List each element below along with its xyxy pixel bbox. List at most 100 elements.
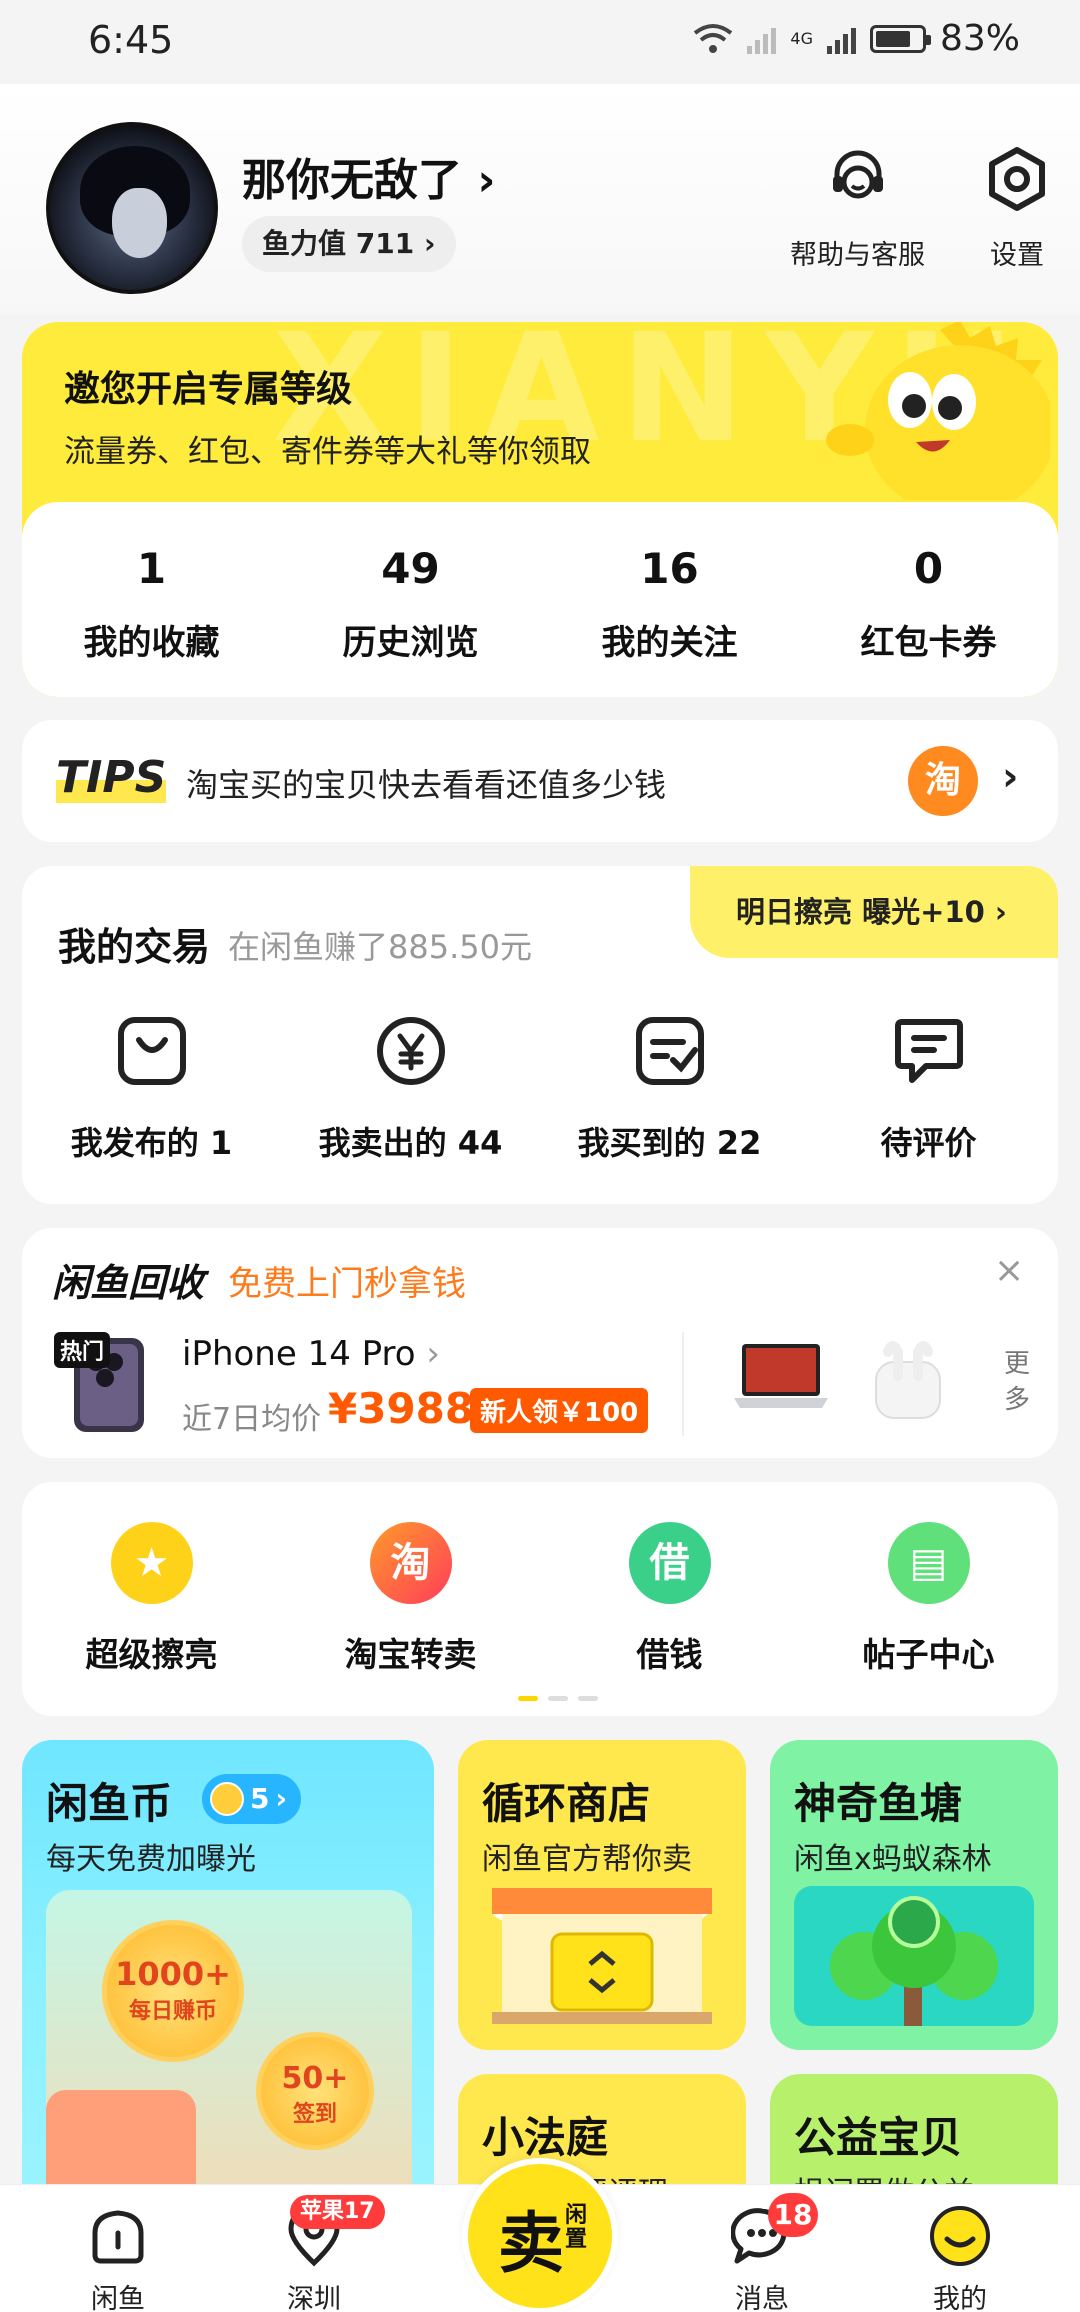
- username-text: 那你无敌了: [242, 155, 462, 206]
- recycle-slogan: 免费上门秒拿钱: [228, 1264, 466, 1304]
- polish-promo-button[interactable]: 明日擦亮 曝光+10 ›: [690, 866, 1058, 958]
- post-icon: ▤: [887, 1522, 970, 1604]
- tips-banner[interactable]: TIPS 淘宝买的宝贝快去看看还值多少钱 淘 ›: [22, 720, 1058, 842]
- coin2-bottom: 签到: [292, 2102, 337, 2127]
- stat-label: 我的关注: [601, 623, 738, 663]
- stat-value: 16: [640, 544, 699, 593]
- super-polish-button[interactable]: ★ 超级擦亮: [22, 1522, 281, 1676]
- sell-button[interactable]: 卖 闲置: [462, 2158, 618, 2312]
- fish-coin-title: 闲鱼币: [46, 1779, 173, 1828]
- tips-logo-text: TIPS: [56, 752, 167, 803]
- stat-label: 我的收藏: [83, 623, 220, 663]
- charity-title: 公益宝贝: [794, 2113, 963, 2162]
- messages-badge: 18: [768, 2193, 818, 2237]
- taobao-resell-button[interactable]: 淘淘宝转卖: [281, 1522, 540, 1676]
- stat-coupons[interactable]: 0 红包卡券: [799, 502, 1058, 697]
- nav-home-label: 闲鱼: [91, 2284, 145, 2312]
- pond-title: 神奇鱼塘: [794, 1779, 963, 1828]
- stat-favorites[interactable]: 1 我的收藏: [22, 502, 281, 697]
- shortcut-label: 超级擦亮: [85, 1635, 218, 1674]
- trade-item-label: 待评价: [880, 1124, 977, 1162]
- coin-count-badge[interactable]: 5 ›: [202, 1774, 302, 1824]
- coin-icon: [210, 1782, 244, 1816]
- borrow-money-button[interactable]: 借借钱: [540, 1522, 799, 1676]
- status-time: 6:45: [88, 18, 174, 62]
- taobao-icon: 淘: [908, 746, 978, 816]
- stat-value: 1: [136, 544, 167, 593]
- shortcut-label: 帖子中心: [862, 1635, 995, 1674]
- post-center-button[interactable]: ▤ 帖子中心: [799, 1522, 1058, 1676]
- home-icon: [92, 2210, 144, 2264]
- shortcut-label: 借钱: [636, 1635, 703, 1674]
- taobao-icon: 淘: [369, 1522, 452, 1604]
- macbook-image[interactable]: [726, 1336, 836, 1426]
- city-badge: 苹果17: [290, 2195, 385, 2229]
- published-button[interactable]: 我发布的 1: [22, 1014, 281, 1164]
- circular-shop-tile[interactable]: 循环商店 闲鱼官方帮你卖: [458, 1740, 746, 2050]
- stat-value: 0: [913, 544, 944, 593]
- product-name[interactable]: iPhone 14 Pro ›: [182, 1334, 440, 1374]
- divider: [682, 1332, 684, 1436]
- close-icon[interactable]: ×: [994, 1250, 1024, 1291]
- sell-big-text: 卖: [498, 2205, 564, 2282]
- fish-power-pill[interactable]: 鱼力值 711 ›: [242, 216, 456, 272]
- battery-icon: [869, 24, 931, 53]
- network-type: 4G: [790, 29, 813, 48]
- settings-button[interactable]: 设置: [982, 144, 1052, 272]
- tree-image: [794, 1886, 1034, 2026]
- username[interactable]: 那你无敌了 ›: [242, 144, 495, 208]
- fish-power-text: 鱼力值 711: [262, 227, 415, 260]
- checklist-icon: [635, 1017, 704, 1085]
- chevron-right-icon: ›: [1002, 754, 1019, 800]
- fish-mascot-icon: [826, 322, 1050, 500]
- daily-coin-badge: 1000+ 每日赚币: [102, 1920, 244, 2062]
- coin2-top: 50+: [281, 2061, 349, 2096]
- nav-mine[interactable]: 我的: [890, 2185, 1030, 2312]
- nav-messages-label: 消息: [735, 2284, 789, 2312]
- loan-icon: 借: [628, 1522, 711, 1604]
- pending-review-button[interactable]: 待评价: [799, 1014, 1058, 1164]
- sell-small-text: 闲置: [564, 2203, 587, 2252]
- stat-label: 历史浏览: [342, 623, 479, 663]
- battery-level: 83%: [939, 18, 1020, 59]
- pond-subtitle: 闲鱼x蚂蚁森林: [794, 1842, 992, 1877]
- sold-button[interactable]: 我卖出的 44: [281, 1014, 540, 1164]
- star-icon: ★: [110, 1522, 193, 1604]
- stat-value: 49: [381, 544, 440, 593]
- coin1-top: 1000+: [115, 1955, 231, 1993]
- avg-price: ¥3988: [328, 1384, 475, 1433]
- stat-following[interactable]: 16 我的关注: [540, 502, 799, 697]
- shop-title: 循环商店: [482, 1779, 651, 1828]
- level-subtitle: 流量券、红包、寄件券等大礼等你领取: [64, 434, 591, 470]
- level-card[interactable]: XIANYU 邀您开启专属等级 流量券、红包、寄件券等大礼等你领取 1 我的收藏 …: [22, 322, 1058, 697]
- tree-icon: [830, 1896, 998, 2026]
- coin-count: 5: [250, 1782, 270, 1815]
- chevron-right-icon: ›: [426, 1334, 441, 1374]
- gear-icon: [989, 147, 1045, 211]
- bought-button[interactable]: 我买到的 22: [540, 1014, 799, 1164]
- nav-home[interactable]: 闲鱼: [48, 2185, 188, 2312]
- airpods-image[interactable]: [858, 1332, 958, 1432]
- help-service-label: 帮助与客服: [790, 240, 925, 271]
- checkin-coin-badge: 50+ 签到: [256, 2032, 374, 2150]
- level-stats: 1 我的收藏 49 历史浏览 16 我的关注 0 红包卡券: [22, 502, 1058, 697]
- chevron-right-icon: ›: [477, 155, 496, 206]
- stat-history[interactable]: 49 历史浏览: [281, 502, 540, 697]
- magic-pond-tile[interactable]: 神奇鱼塘 闲鱼x蚂蚁森林: [770, 1740, 1058, 2050]
- avg-price-label: 近7日均价: [182, 1402, 322, 1437]
- more-button[interactable]: 更多: [1004, 1346, 1036, 1418]
- trade-item-label: 我卖出的 44: [318, 1124, 503, 1162]
- recycle-brand: 闲鱼回收: [52, 1261, 205, 1305]
- signal-icon: [747, 24, 777, 54]
- avatar[interactable]: [46, 122, 218, 294]
- trade-item-label: 我买到的 22: [577, 1124, 762, 1162]
- shortcut-row: ★ 超级擦亮 淘淘宝转卖 借借钱 ▤ 帖子中心: [22, 1522, 1058, 1676]
- help-service-button[interactable]: 帮助与客服: [790, 144, 925, 272]
- polish-promo-text: 明日擦亮 曝光+10: [736, 895, 985, 929]
- shop-stall-icon: [492, 1888, 712, 2024]
- profile-header: 那你无敌了 › 鱼力值 711 › 帮助与客服 设置: [0, 84, 1080, 314]
- recycle-card[interactable]: 闲鱼回收 免费上门秒拿钱 × 热门 iPhone 14 Pro › 近7日均价 …: [22, 1228, 1058, 1458]
- status-icons: 4G 83%: [693, 18, 1020, 59]
- trades-title: 我的交易: [58, 925, 211, 969]
- status-bar: 6:45 4G 83%: [0, 0, 1080, 84]
